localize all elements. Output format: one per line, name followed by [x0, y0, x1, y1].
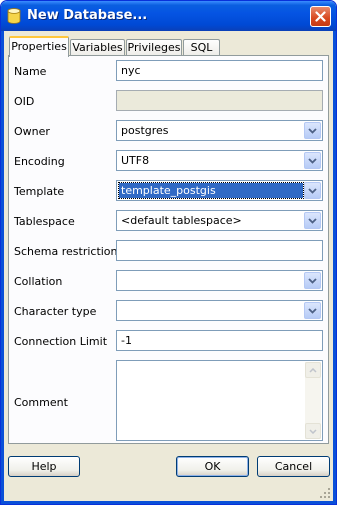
oid-field — [116, 90, 323, 111]
tablespace-dropdown-button[interactable] — [304, 212, 321, 229]
chevron-down-icon — [308, 277, 317, 284]
new-database-dialog: New Database... Properties Variables Pri… — [0, 0, 337, 505]
character-type-dropdown-button[interactable] — [304, 302, 321, 319]
owner-label: Owner — [14, 125, 50, 138]
database-icon — [7, 8, 21, 24]
help-button[interactable]: Help — [8, 456, 80, 477]
character-type-label: Character type — [14, 305, 97, 318]
scroll-down-button[interactable] — [305, 423, 321, 439]
window-border-left — [1, 31, 4, 504]
chevron-down-icon — [308, 127, 317, 134]
comment-textarea[interactable] — [116, 360, 323, 441]
name-label: Name — [14, 65, 47, 78]
schema-restriction-label: Schema restriction — [14, 245, 118, 258]
connection-limit-field[interactable]: -1 — [116, 330, 323, 351]
character-type-select[interactable] — [116, 300, 323, 321]
cancel-button[interactable]: Cancel — [257, 456, 330, 477]
chevron-down-icon — [308, 187, 317, 194]
collation-select[interactable] — [116, 270, 323, 291]
template-dropdown-button[interactable] — [304, 182, 321, 199]
encoding-dropdown-button[interactable] — [304, 152, 321, 169]
owner-dropdown-button[interactable] — [304, 122, 321, 139]
connection-limit-label: Connection Limit — [14, 335, 108, 348]
chevron-down-icon — [308, 157, 317, 164]
ok-button[interactable]: OK — [176, 456, 249, 477]
resize-grip-icon[interactable] — [319, 487, 331, 499]
chevron-down-icon — [309, 428, 317, 434]
collation-label: Collation — [14, 275, 63, 288]
comment-scrollbar[interactable] — [305, 362, 321, 439]
oid-label: OID — [14, 95, 35, 108]
template-select[interactable]: template_postgis — [116, 180, 323, 201]
template-value: template_postgis — [118, 182, 304, 199]
schema-restriction-field[interactable] — [116, 240, 323, 261]
template-label: Template — [14, 185, 65, 198]
title-bar[interactable]: New Database... — [1, 1, 336, 31]
character-type-value — [119, 303, 303, 318]
encoding-label: Encoding — [14, 155, 65, 168]
close-icon — [315, 11, 326, 22]
window-border-right — [333, 31, 336, 504]
comment-label: Comment — [14, 396, 68, 409]
scroll-up-button[interactable] — [305, 362, 321, 378]
window-border-bottom — [1, 501, 336, 504]
tablespace-value: <default tablespace> — [121, 214, 242, 227]
collation-value — [119, 273, 303, 288]
name-field[interactable]: nyc — [116, 60, 323, 81]
chevron-down-icon — [308, 307, 317, 314]
chevron-up-icon — [309, 367, 317, 373]
window-title: New Database... — [27, 8, 148, 23]
tab-properties[interactable]: Properties — [9, 36, 69, 57]
owner-value: postgres — [121, 124, 169, 137]
collation-dropdown-button[interactable] — [304, 272, 321, 289]
tablespace-label: Tablespace — [14, 215, 75, 228]
encoding-select[interactable]: UTF8 — [116, 150, 323, 171]
chevron-down-icon — [308, 217, 317, 224]
owner-select[interactable]: postgres — [116, 120, 323, 141]
encoding-value: UTF8 — [121, 154, 150, 167]
tablespace-select[interactable]: <default tablespace> — [116, 210, 323, 231]
close-button[interactable] — [310, 6, 331, 27]
